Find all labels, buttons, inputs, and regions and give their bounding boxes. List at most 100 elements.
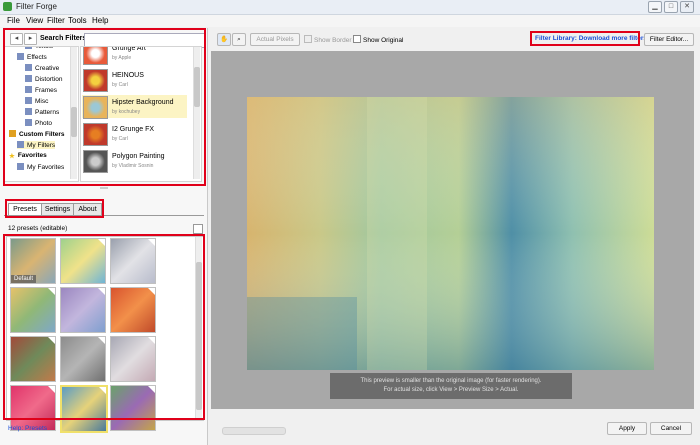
tree-item[interactable]: Distortion [25,75,62,83]
back-button[interactable]: ◂ [10,33,23,45]
filter-thumbnail [83,150,108,173]
page-fold-icon [48,288,55,295]
help-presets-link[interactable]: Help: Presets [8,425,47,432]
preset-scrollbar[interactable] [195,237,202,418]
presets-count: 12 presets (editable) [8,225,68,232]
tree-item-label: My Favorites [27,164,65,171]
star-icon: ★ [9,153,15,160]
filter-list-scrollbar-thumb[interactable] [194,67,200,107]
close-button[interactable]: ✕ [680,1,694,13]
title-bar [0,0,700,15]
preset-thumbnail[interactable] [60,336,106,382]
filter-list-scrollbar[interactable] [193,47,200,179]
menu-file[interactable]: File [7,16,20,25]
page-fold-icon [148,239,155,246]
actual-pixels-button[interactable]: Actual Pixels [250,33,300,46]
page-fold-icon [98,239,105,246]
category-tree: Textile Effects Creative Distortion Frames Mi… [4,46,79,182]
filter-author: by Vladimir Sosnin [112,163,154,169]
menu-help[interactable]: Help [92,16,108,25]
folder-icon [25,119,32,126]
show-border-check-icon [304,35,312,43]
tree-item[interactable]: My Favorites [17,163,64,171]
filter-list-item[interactable]: Hipster Background by kochubey [82,95,187,119]
page-fold-icon [98,288,105,295]
preset-thumbnail[interactable] [60,238,106,284]
tree-item[interactable]: Misc [25,97,48,105]
menu-tools[interactable]: Tools [68,16,87,25]
show-border-checkbox[interactable]: Show Border [304,35,352,44]
preset-thumbnail[interactable] [60,385,108,433]
preview-image[interactable] [247,97,654,370]
tree-item[interactable]: My Filters [17,141,56,149]
filter-list-item[interactable]: I2 Grunge FX by Carl [82,122,187,146]
cancel-button[interactable]: Cancel [650,422,692,435]
page-fold-icon [48,386,55,393]
filter-thumbnail [83,96,108,119]
preset-thumbnail[interactable] [110,238,156,284]
apply-button[interactable]: Apply [607,422,647,435]
filter-name: Hipster Background [112,99,174,106]
tree-item[interactable]: ★ Favorites [9,152,47,160]
preset-thumbnail[interactable] [60,287,106,333]
tree-item[interactable]: Effects [17,53,47,61]
maximize-button[interactable]: □ [664,1,678,13]
window-title: Filter Forge [16,2,57,11]
preset-scrollbar-thumb[interactable] [196,262,202,410]
page-fold-icon [148,386,155,393]
tree-item-label: Favorites [17,152,47,159]
folder-icon [25,86,32,93]
tree-item-label: Custom Filters [19,131,65,138]
folder-icon [25,64,32,71]
grid-view-icon[interactable] [193,224,203,234]
filter-list-item[interactable]: Polygon Painting by Vladimir Sosnin [82,149,187,173]
preview-note: This preview is smaller than the origina… [330,373,572,399]
tree-item[interactable]: Textile [25,47,53,50]
filter-editor-button[interactable]: Filter Editor... [644,33,694,46]
tree-item[interactable]: Frames [25,86,57,94]
tree-item-label: Distortion [35,76,63,83]
menu-filter[interactable]: Filter [47,16,65,25]
tree-item[interactable]: Photo [25,119,52,127]
folder-icon [17,163,24,170]
filter-author: by kochubey [112,109,141,115]
tree-scrollbar-thumb[interactable] [71,107,77,137]
menu-view[interactable]: View [26,16,43,25]
folder-icon [25,108,32,115]
tree-item[interactable]: Custom Filters [9,130,65,138]
preset-thumbnail[interactable] [10,336,56,382]
minimize-button[interactable]: ▁ [648,1,662,13]
show-original-checkbox[interactable]: Show Original [353,35,403,44]
filter-library-link[interactable]: Filter Library: Download more filters [535,35,647,42]
preset-thumbnail[interactable] [110,385,156,431]
folder-icon [25,97,32,104]
filter-list-item[interactable]: Grunge Art by Apple [82,47,187,65]
tree-item-label: Creative [35,65,60,72]
preset-grid: Default [6,236,204,433]
filter-author: by Apple [112,55,132,61]
filter-name: HEINOUS [112,72,144,79]
tree-item-label: Patterns [35,109,60,116]
filter-thumbnail [83,47,108,65]
forward-button[interactable]: ▸ [24,33,37,45]
app-icon [3,2,12,11]
tree-item[interactable]: Patterns [25,108,59,116]
tree-item-label: Misc [35,98,49,105]
tree-item[interactable]: Creative [25,64,59,72]
filter-name: Polygon Painting [112,153,165,160]
filter-list-item[interactable]: HEINOUS by Carl [82,68,187,92]
tree-item-label: My Filters [27,142,56,149]
tab-divider [4,215,204,216]
panel-splitter[interactable] [2,187,205,190]
preset-thumbnail[interactable] [110,287,156,333]
page-fold-icon [148,288,155,295]
preset-thumbnail[interactable] [110,336,156,382]
zoom-tool-button[interactable]: ⌕ [232,33,246,46]
tree-scrollbar[interactable] [70,47,77,179]
folder-icon [25,75,32,82]
preset-thumbnail[interactable] [10,287,56,333]
preset-thumbnail[interactable]: Default [10,238,56,284]
filter-author: by Carl [112,136,128,142]
folder-icon [17,141,24,148]
hand-tool-button[interactable]: ✋ [217,33,231,46]
